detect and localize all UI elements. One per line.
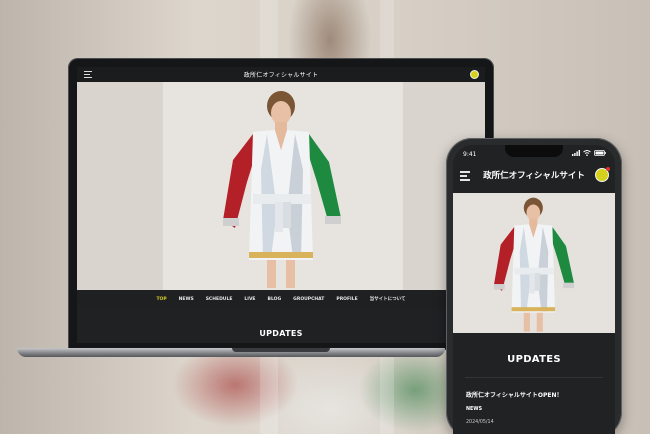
phone-frame: 9:41 政所仁オフィシャルサイト UPDATES 政所仁オフィシャルサイトOP…	[446, 138, 622, 434]
wifi-icon	[583, 150, 591, 156]
status-time: 9:41	[463, 151, 477, 158]
hero-image	[453, 193, 615, 333]
nav-item-live[interactable]: LIVE	[244, 297, 255, 302]
section-divider	[465, 377, 603, 378]
nav-item-schedule[interactable]: SCHEDULE	[206, 297, 233, 302]
battery-icon	[594, 150, 606, 156]
laptop-base	[17, 348, 445, 357]
notification-badge	[606, 167, 610, 171]
news-item-title[interactable]: 政所仁オフィシャルサイトOPEN！	[466, 390, 563, 399]
laptop-hinge-notch	[232, 348, 330, 352]
laptop-frame: 政所仁オフィシャルサイト TOP NEWS SCHEDULE LIVE BLOG…	[68, 58, 494, 350]
phone-screen: 9:41 政所仁オフィシャルサイト UPDATES 政所仁オフィシャルサイトOP…	[453, 145, 615, 434]
hamburger-menu-icon[interactable]	[460, 171, 470, 183]
updates-heading: UPDATES	[507, 354, 561, 365]
status-icons	[572, 150, 606, 156]
phone-site-header: 政所仁オフィシャルサイト	[453, 163, 615, 187]
laptop-screen: 政所仁オフィシャルサイト TOP NEWS SCHEDULE LIVE BLOG…	[77, 67, 485, 343]
news-item-category: NEWS	[466, 407, 483, 412]
site-title[interactable]: 政所仁オフィシャルサイト	[483, 169, 585, 181]
phone-notch	[505, 145, 563, 157]
laptop-site-header: 政所仁オフィシャルサイト	[77, 67, 485, 82]
hero-image	[77, 82, 485, 290]
nav-item-blog[interactable]: BLOG	[268, 297, 282, 302]
boxer-in-robe-photo	[493, 197, 575, 332]
hamburger-menu-icon[interactable]	[84, 71, 92, 80]
hero-backdrop-left	[77, 82, 163, 290]
news-item-date: 2024/05/14	[466, 420, 494, 425]
phone-status-bar: 9:41	[453, 145, 615, 163]
signal-icon	[572, 150, 580, 156]
nav-item-profile[interactable]: PROFILE	[336, 297, 357, 302]
site-title[interactable]: 政所仁オフィシャルサイト	[244, 70, 318, 79]
nav-item-groupchat[interactable]: GROUPCHAT	[293, 297, 324, 302]
boxer-in-robe-photo	[223, 91, 341, 288]
nav-item-top[interactable]: TOP	[156, 297, 166, 302]
nav-item-news[interactable]: NEWS	[179, 297, 194, 302]
user-avatar-icon[interactable]	[470, 70, 479, 79]
updates-heading: UPDATES	[259, 329, 303, 338]
nav-item-about[interactable]: 当サイトについて	[370, 296, 406, 302]
laptop-nav-bar: TOP NEWS SCHEDULE LIVE BLOG GROUPCHAT PR…	[77, 290, 485, 308]
